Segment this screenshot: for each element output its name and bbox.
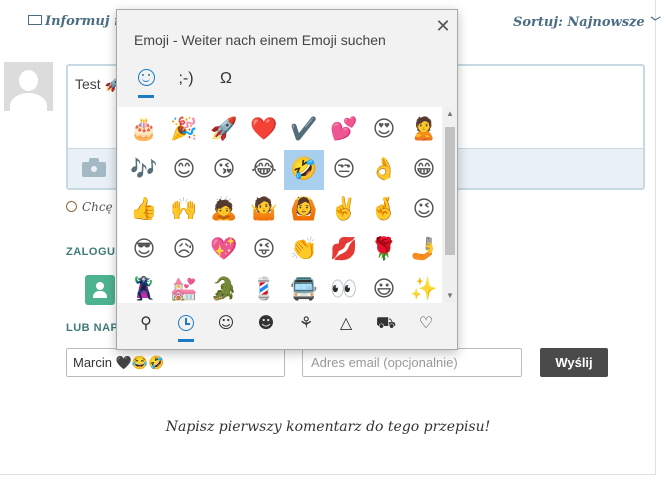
emoji-grid: 🎂 🎉 🚀 ❤️ ✔️ 💕 😍 🙎 🎶 😊 😘 😂 🤣 😒 👌 😁 👍 🙌 🙇 🤷 🙆 ✌️ 🤞 😉 😎 😥 💖 😜 👏 💋 🌹 🤳 🦹 💒 🐊 💈 🚍… [124,110,442,303]
emoji-cell[interactable]: 😃 [364,270,404,303]
comment-text[interactable]: Test 🚀 [75,76,122,93]
emoji-panel-title: Emoji - Weiter nach einem Emoji suchen [134,32,386,48]
emoji-cell[interactable]: 💒 [164,270,204,303]
emoji-cell[interactable]: 😁 [404,150,442,190]
emoji-cell[interactable]: ✔️ [284,110,324,150]
clock-icon [178,315,194,331]
scrollbar-thumb[interactable] [445,127,455,255]
login-user-button[interactable] [85,275,115,305]
envelope-icon [28,15,42,25]
avatar-head-icon [19,70,38,91]
emoji-grid-area: 🎂 🎉 🚀 ❤️ ✔️ 💕 😍 🙎 🎶 😊 😘 😂 🤣 😒 👌 😁 👍 🙌 🙇 🤷 🙆 ✌️ 🤞 😉 😎 😥 💖 😜 👏 💋 🌹 🤳 🦹 💒 🐊 💈 🚍… [118,107,442,303]
smiley-icon [137,69,155,86]
category-smileys-icon[interactable]: ☺ [211,312,241,342]
emoji-cell[interactable]: 🎶 [124,150,164,190]
user-body-icon [93,291,107,298]
notify-link[interactable]: Informuj m [28,14,128,29]
guest-heading: LUB NAPI [66,322,122,334]
emoji-cell[interactable]: 💕 [324,110,364,150]
emoji-cell[interactable]: 🌹 [364,230,404,270]
emoji-cell[interactable]: 😜 [244,230,284,270]
avatar-body-icon [10,93,47,111]
emoji-cell[interactable]: 🙎 [404,110,442,150]
category-transport-icon[interactable]: ⛟ [371,312,401,342]
avatar [4,62,53,111]
emoji-cell[interactable]: 🚍 [284,270,324,303]
emoji-cell[interactable]: 😒 [324,150,364,190]
sort-label: Sortuj: Najnowsze [513,15,645,30]
emoji-cell[interactable]: 🙆 [284,190,324,230]
category-recent-icon[interactable] [171,312,201,342]
emoji-cell[interactable]: 💋 [324,230,364,270]
camera-icon[interactable] [82,158,106,177]
emoji-cell[interactable]: 😎 [124,230,164,270]
notify-checkbox-row[interactable]: Chcę s [66,200,123,214]
emoji-cell[interactable]: 👍 [124,190,164,230]
camera-lens-shape [89,164,99,174]
emoji-cell[interactable]: 😉 [404,190,442,230]
email-input[interactable] [302,348,522,377]
emoji-category-bar: ⚲ ☺ ☻ ⚘ △ ⛟ ♡ [117,308,457,348]
emoji-cell[interactable]: 🐊 [204,270,244,303]
user-head-icon [96,282,104,290]
emoji-scrollbar[interactable]: ▲ ▼ [443,107,457,303]
emoji-cell[interactable]: 🤣 [284,150,324,190]
emoji-cell[interactable]: 👏 [284,230,324,270]
name-input[interactable]: Marcin 🖤😂🤣 [66,348,285,377]
emoji-cell[interactable]: 💖 [204,230,244,270]
emoji-cell[interactable]: 🤞 [364,190,404,230]
emoji-cell[interactable]: 😍 [364,110,404,150]
emoji-cell[interactable]: 🤳 [404,230,442,270]
emoji-cell[interactable]: 😂 [244,150,284,190]
emoji-cell[interactable]: 😊 [164,150,204,190]
emoji-cell[interactable]: ✌️ [324,190,364,230]
emoji-cell[interactable]: 🎂 [124,110,164,150]
emoji-cell[interactable]: ✨ [404,270,442,303]
tab-symbols[interactable]: Ω [208,66,244,102]
emoji-cell[interactable]: 🙌 [164,190,204,230]
sort-dropdown[interactable]: Sortuj: Najnowsze ﹀ [513,14,659,30]
emoji-panel: Emoji - Weiter nach einem Emoji suchen ✕… [116,9,458,350]
category-celebration-icon[interactable]: ⚘ [291,312,321,342]
category-people-icon[interactable]: ☻ [251,312,281,342]
category-symbols-icon[interactable]: ♡ [411,312,441,342]
first-comment-prompt: Napisz pierwszy komentarz do tego przepi… [165,419,491,435]
emoji-cell[interactable]: 🎉 [164,110,204,150]
tab-kaomoji[interactable]: ;-) [168,66,204,102]
emoji-cell[interactable]: 😘 [204,150,244,190]
emoji-cell[interactable]: 💈 [244,270,284,303]
login-heading: ZALOGUJ [66,246,123,258]
emoji-cell[interactable]: 😥 [164,230,204,270]
emoji-cell[interactable]: 👀 [324,270,364,303]
chevron-down-icon: ﹀ [648,17,659,28]
send-button[interactable]: Wyślij [540,348,608,377]
emoji-cell[interactable]: 🤷 [244,190,284,230]
category-search-icon[interactable]: ⚲ [131,312,161,342]
emoji-cell[interactable]: 🚀 [204,110,244,150]
notify-radio[interactable] [66,201,77,212]
emoji-cell[interactable]: 🙇 [204,190,244,230]
close-icon[interactable]: ✕ [433,16,453,36]
emoji-cell[interactable]: ❤️ [244,110,284,150]
emoji-panel-tabs: ;-) Ω [117,66,457,106]
emoji-cell[interactable]: 👌 [364,150,404,190]
category-food-icon[interactable]: △ [331,312,361,342]
scroll-down-icon[interactable]: ▼ [443,289,457,303]
emoji-cell[interactable]: 🦹 [124,270,164,303]
tab-emoji[interactable] [128,66,164,102]
scroll-up-icon[interactable]: ▲ [443,107,457,121]
